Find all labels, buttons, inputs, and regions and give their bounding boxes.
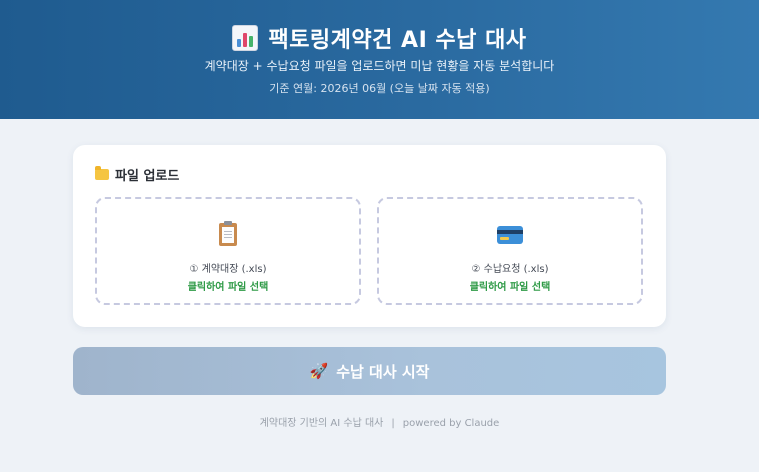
footer-powered-by: powered by Claude (402, 418, 500, 429)
basis-month-text: 기준 연월: 2026년 06월 (오늘 날짜 자동 적용) (269, 82, 490, 95)
footer-description: 계약대장 기반의 AI 수납 대사 (259, 418, 384, 429)
upload-section-title: 파일 업로드 (95, 165, 179, 184)
start-button-label: 수납 대사 시작 (336, 362, 430, 381)
footer: 계약대장 기반의 AI 수납 대사 | powered by Claude (0, 414, 759, 429)
contract-ledger-dropzone[interactable]: ① 계약대장 (.xls) 클릭하여 파일 선택 (95, 197, 361, 305)
dropzone-label: ② 수납요청 (.xls) (471, 264, 549, 275)
page-subtitle: 계약대장 + 수납요청 파일을 업로드하면 미납 현황을 자동 분석합니다 (204, 59, 555, 73)
select-file-link[interactable]: 클릭하여 파일 선택 (97, 278, 359, 293)
dropzone-label: ① 계약대장 (.xls) (189, 264, 267, 275)
upload-title-label: 파일 업로드 (115, 169, 180, 184)
bar-chart-icon (232, 25, 259, 51)
folder-icon (95, 166, 109, 180)
header-banner: 팩토링계약건 AI 수납 대사 계약대장 + 수납요청 파일을 업로드하면 미납… (0, 0, 759, 119)
rocket-icon: 🚀 (309, 362, 329, 380)
select-file-link[interactable]: 클릭하여 파일 선택 (379, 278, 641, 293)
page-title: 팩토링계약건 AI 수납 대사 (268, 28, 527, 53)
start-reconciliation-button[interactable]: 🚀 수납 대사 시작 (73, 347, 666, 395)
page-title-row: 팩토링계약건 AI 수납 대사 (0, 22, 759, 54)
credit-card-icon (497, 223, 523, 244)
file-upload-card: 파일 업로드 ① 계약대장 (.xls) 클릭하여 파일 선택 ② 수납요청 (… (73, 145, 666, 327)
footer-separator: | (391, 418, 395, 429)
clipboard-icon (219, 221, 237, 246)
payment-request-dropzone[interactable]: ② 수납요청 (.xls) 클릭하여 파일 선택 (377, 197, 643, 305)
